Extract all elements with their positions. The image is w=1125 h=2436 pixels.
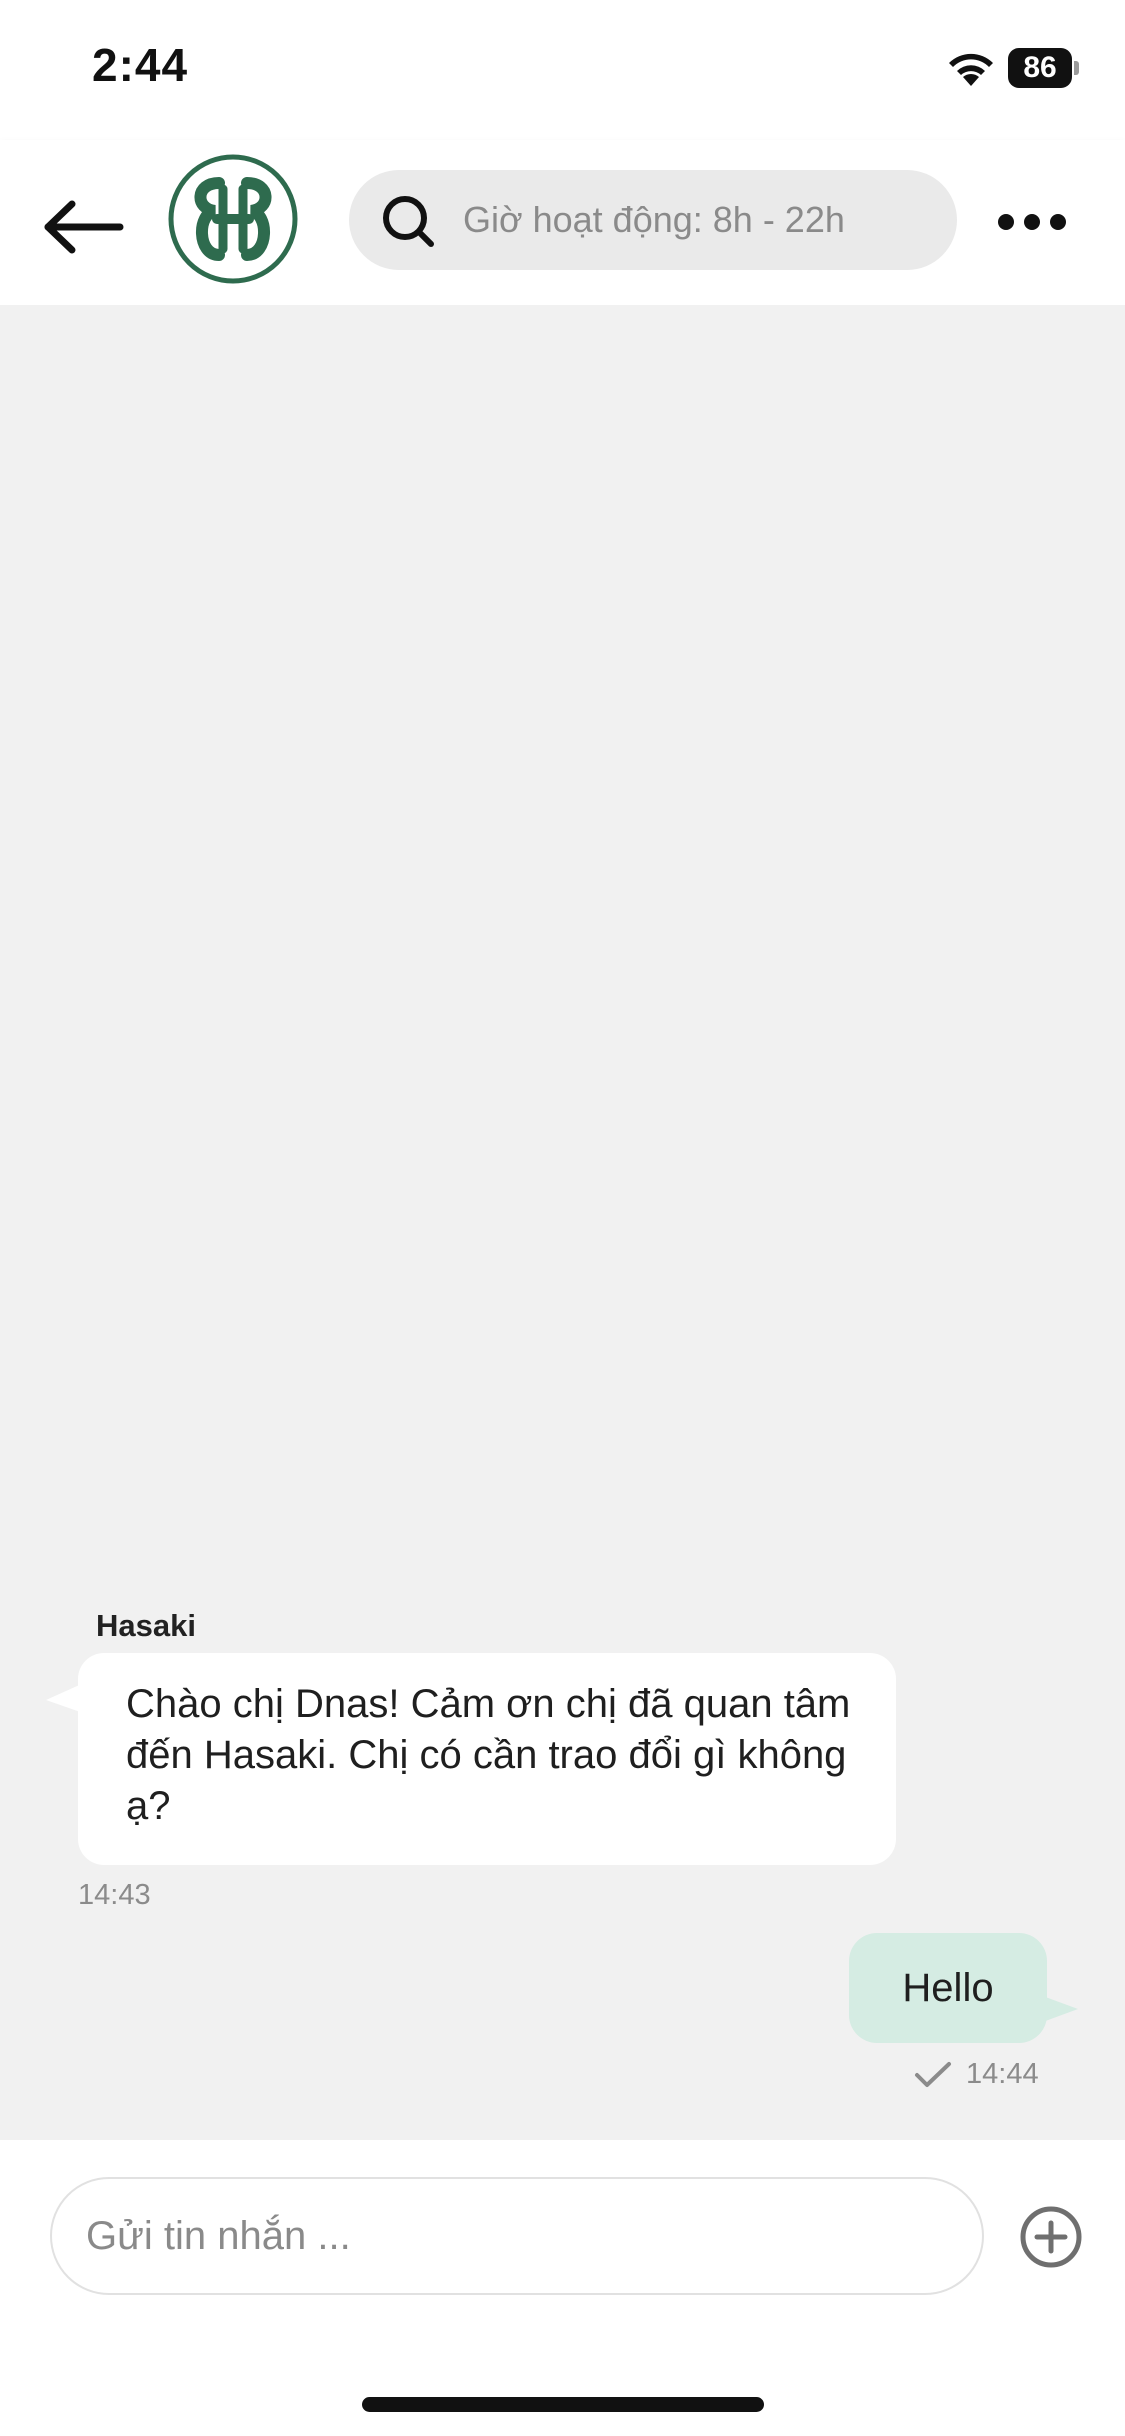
search-input[interactable]: Giờ hoạt động: 8h - 22h — [349, 170, 957, 270]
home-indicator[interactable] — [362, 2397, 764, 2412]
battery-level: 86 — [1023, 51, 1057, 84]
back-arrow-icon[interactable] — [40, 192, 130, 262]
chat-header: Giờ hoạt động: 8h - 22h — [0, 140, 1125, 305]
status-bar: 2:44 86 — [0, 0, 1125, 140]
status-time: 2:44 — [92, 39, 189, 91]
wifi-icon — [949, 53, 993, 86]
add-attachment-icon[interactable] — [1018, 2204, 1084, 2270]
message-composer: Gửi tin nhắn ... — [0, 2140, 1125, 2436]
battery-tip — [1074, 61, 1079, 75]
check-icon — [915, 2062, 951, 2087]
incoming-message-bubble[interactable]: Chào chị Dnas! Cảm ơn chị đã quan tâm đế… — [78, 1653, 896, 1865]
outgoing-message-text: Hello — [902, 1966, 994, 2010]
chat-messages-area[interactable]: Hasaki Chào chị Dnas! Cảm ơn chị đã quan… — [0, 305, 1125, 2140]
message-placeholder: Gửi tin nhắn ... — [86, 2214, 351, 2258]
battery-indicator: 86 — [1008, 48, 1079, 88]
incoming-message-text: Chào chị Dnas! Cảm ơn chị đã quan tâm đế… — [126, 1682, 851, 1828]
outgoing-message-bubble[interactable]: Hello — [849, 1933, 1047, 2043]
sender-name: Hasaki — [96, 1608, 196, 1643]
hasaki-logo-icon[interactable] — [167, 153, 299, 285]
search-icon — [383, 196, 434, 247]
message-input[interactable]: Gửi tin nhắn ... — [50, 2177, 984, 2295]
more-options-icon[interactable] — [992, 192, 1072, 252]
incoming-message-time: 14:43 — [78, 1879, 151, 1911]
outgoing-message-time: 14:44 — [966, 2058, 1039, 2090]
search-placeholder: Giờ hoạt động: 8h - 22h — [463, 199, 845, 240]
